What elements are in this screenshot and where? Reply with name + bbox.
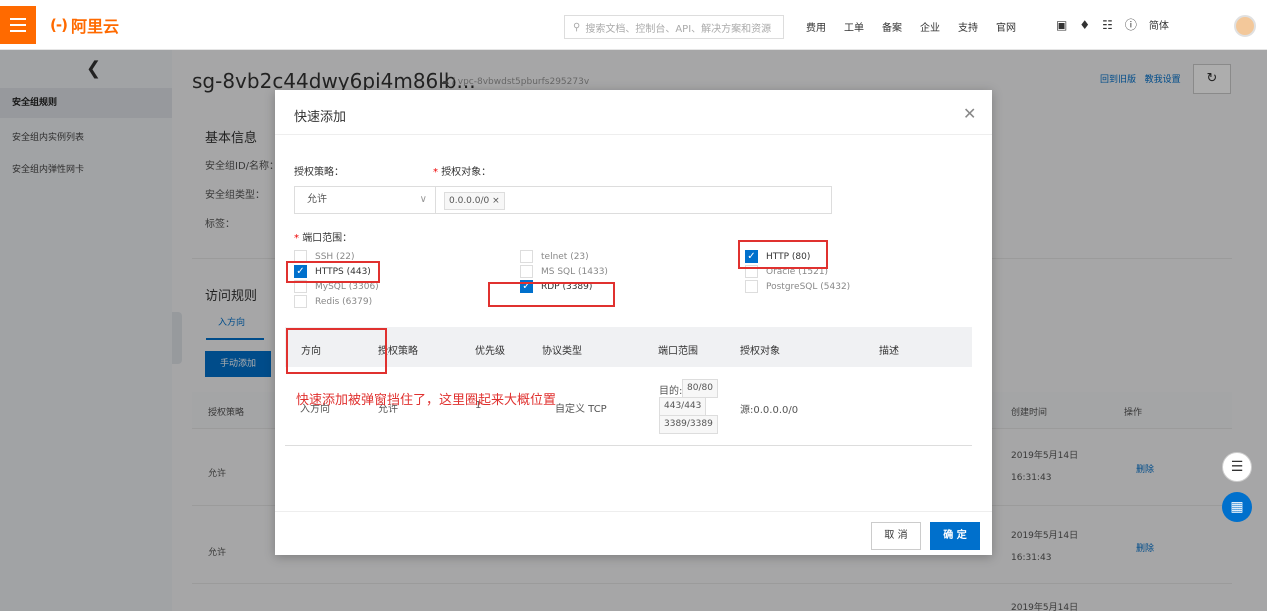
nav-tickets[interactable]: 工单 [844, 19, 864, 34]
col-target: 授权对象 [740, 346, 780, 357]
col-description: 描述 [879, 346, 899, 357]
required-mark: * [294, 233, 299, 244]
help-icon[interactable]: ⓘ [1125, 16, 1137, 33]
top-nav: 费用 工单 备案 企业 支持 官网 [806, 19, 1034, 34]
terminal-icon[interactable]: ▣ [1056, 18, 1067, 32]
cart-icon[interactable]: ☷ [1102, 18, 1113, 32]
port-postgresql-checkbox[interactable]: PostgreSQL (5432) [745, 280, 850, 293]
annotation-box-https [286, 261, 380, 283]
port-label: SSH (22) [315, 251, 355, 262]
port-range-label-text: 端口范围： [302, 233, 353, 244]
annotation-box-rdp [488, 282, 615, 307]
annotation-box-http [738, 240, 828, 269]
nav-official-site[interactable]: 官网 [996, 19, 1016, 34]
target-label-text: 授权对象： [441, 167, 492, 178]
nav-enterprise[interactable]: 企业 [920, 19, 940, 34]
checkbox[interactable] [520, 250, 533, 263]
global-search-input[interactable]: ⚲ 搜索文档、控制台、API、解决方案和资源 [564, 15, 784, 39]
cancel-button[interactable]: 取 消 [871, 522, 921, 550]
confirm-button[interactable]: 确 定 [930, 522, 980, 550]
preview-table-header: 方向 授权策略 优先级 协议类型 端口范围 授权对象 描述 [285, 327, 972, 367]
logo-mark: (-) [50, 15, 68, 34]
policy-label: 授权策略： [294, 167, 344, 178]
modal-title: 快速添加 [294, 110, 347, 125]
chevron-down-icon: ∨ [419, 194, 427, 205]
row-target: 源:0.0.0.0/0 [740, 405, 799, 416]
chat-icon: ☰ [1230, 459, 1244, 475]
required-mark: * [433, 167, 438, 178]
search-icon: ⚲ [573, 21, 581, 33]
policy-value: 允许 [307, 194, 327, 205]
close-icon[interactable]: ✕ [963, 104, 976, 123]
checkbox[interactable] [294, 295, 307, 308]
port-mssql-checkbox[interactable]: MS SQL (1433) [520, 265, 608, 278]
bell-icon[interactable]: ♦ [1079, 18, 1090, 32]
nav-fees[interactable]: 费用 [806, 19, 826, 34]
search-placeholder: 搜索文档、控制台、API、解决方案和资源 [585, 23, 772, 35]
target-input[interactable]: 0.0.0.0/0 × [436, 186, 832, 214]
port-label: telnet (23) [541, 251, 589, 262]
logo-text: 阿里云 [70, 16, 119, 36]
port-chip: 80/80 [682, 379, 718, 398]
table-divider [285, 445, 972, 446]
port-redis-checkbox[interactable]: Redis (6379) [294, 295, 372, 308]
apps-icon: ▦ [1230, 499, 1244, 515]
checkbox[interactable] [745, 280, 758, 293]
chat-button[interactable]: ☰ [1222, 452, 1252, 482]
port-label: PostgreSQL (5432) [766, 281, 851, 292]
policy-select[interactable]: 允许 ∨ [294, 186, 436, 214]
port-label: MySQL (3306) [315, 281, 379, 292]
quick-add-modal: 快速添加 ✕ 授权策略： * 授权对象： 允许 ∨ 0.0.0.0/0 × * … [275, 90, 992, 555]
port-telnet-checkbox[interactable]: telnet (23) [520, 250, 589, 263]
aliyun-logo[interactable]: (-) 阿里云 [50, 13, 119, 37]
nav-filing[interactable]: 备案 [882, 19, 902, 34]
top-icons: ▣ ♦ ☷ ⓘ 简体 [1056, 16, 1169, 33]
col-port-range: 端口范围 [658, 346, 698, 357]
hamburger-menu-button[interactable] [0, 5, 36, 44]
target-tag[interactable]: 0.0.0.0/0 × [444, 192, 505, 210]
port-chip: 443/443 [659, 397, 707, 416]
nav-support[interactable]: 支持 [958, 19, 978, 34]
row-protocol: 自定义 TCP [555, 404, 607, 415]
divider [275, 511, 992, 512]
row-port-prefix: 目的: [659, 386, 683, 397]
col-protocol: 协议类型 [542, 346, 582, 357]
port-range-label: * 端口范围： [294, 229, 352, 244]
port-chip: 3389/3389 [659, 415, 718, 434]
checkbox[interactable] [520, 265, 533, 278]
language-switch[interactable]: 简体 [1149, 17, 1169, 32]
port-label: Redis (6379) [315, 296, 373, 307]
avatar[interactable] [1234, 15, 1256, 37]
divider [275, 134, 992, 135]
apps-button[interactable]: ▦ [1222, 492, 1252, 522]
annotation-box-quick-add [286, 328, 387, 374]
target-label: * 授权对象： [433, 163, 491, 178]
annotation-text: 快速添加被弹窗挡住了，这里圈起来大概位置 [296, 393, 557, 408]
col-priority: 优先级 [475, 346, 505, 357]
top-bar: (-) 阿里云 ⚲ 搜索文档、控制台、API、解决方案和资源 费用 工单 备案 … [0, 0, 1267, 50]
port-label: MS SQL (1433) [541, 266, 608, 277]
